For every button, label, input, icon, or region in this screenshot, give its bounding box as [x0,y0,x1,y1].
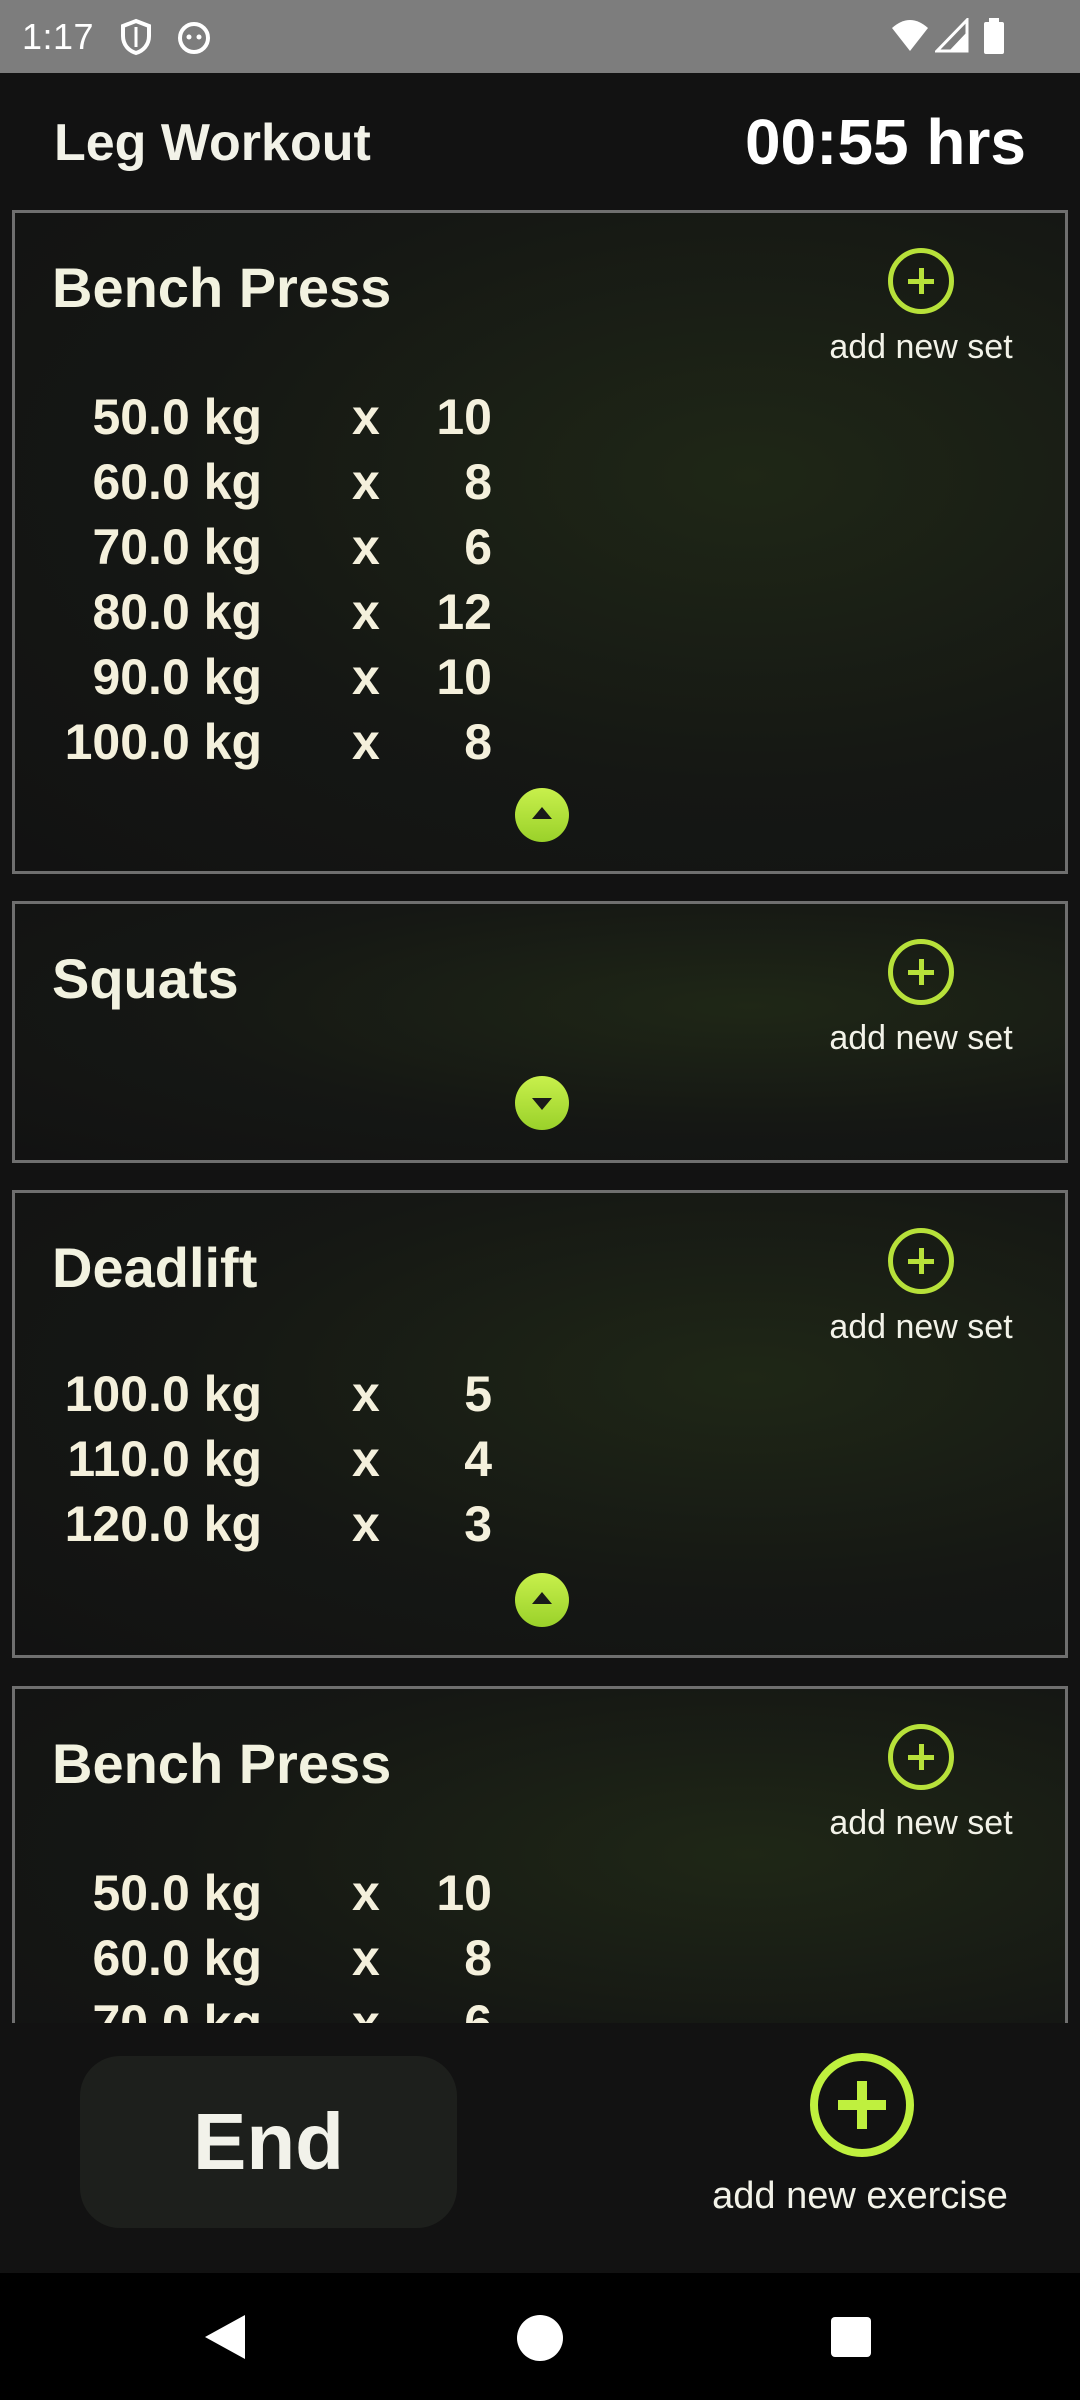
workout-header: Leg Workout 00:55 hrs [0,73,1080,208]
add-set-button[interactable]: add new set [811,248,1031,368]
plus-circle-icon [888,248,954,314]
exercise-name: Deadlift [52,1236,258,1299]
set-weight: 50.0 kg [92,389,262,445]
plus-circle-icon [810,2053,914,2157]
add-set-button[interactable]: add new set [811,1724,1031,1844]
plus-circle-icon [888,939,954,1005]
status-time: 1:17 [22,16,95,57]
set-times: x [352,1431,380,1487]
set-times: x [352,584,380,640]
recents-icon[interactable] [831,2317,871,2357]
set-weight: 60.0 kg [92,1930,262,1986]
expand-arrow-icon[interactable] [515,1076,569,1130]
add-exercise-label: add new exercise [712,2175,1008,2217]
set-times: x [352,389,380,445]
exercise-card: Deadlift add new set 100.0 kg x 5 110.0 … [12,1190,1068,1658]
exercise-card: Squats add new set [12,901,1068,1163]
set-times: x [352,649,380,705]
add-set-button[interactable]: add new set [811,939,1031,1059]
set-times: x [352,714,380,770]
exercise-list[interactable]: Bench Press add new set 50.0 kg x 10 60.… [0,208,1080,2023]
add-exercise-button[interactable]: add new exercise [690,2053,1030,2243]
workout-title: Leg Workout [54,114,371,172]
set-weight: 50.0 kg [92,1865,262,1921]
shield-icon [118,18,154,61]
exercise-name: Bench Press [52,256,392,319]
cat-face-icon [175,18,213,61]
set-weight: 70.0 kg [92,519,262,575]
exercise-name: Squats [52,947,239,1010]
add-set-label: add new set [829,1308,1013,1346]
set-times: x [352,519,380,575]
set-times: x [352,1865,380,1921]
set-weight: 100.0 kg [64,1366,262,1422]
exercise-card: Bench Press add new set 50.0 kg x 10 60.… [12,1686,1068,2023]
add-set-label: add new set [829,1019,1013,1057]
set-reps: 4 [464,1431,492,1487]
set-reps: 8 [464,1930,492,1986]
exercise-name: Bench Press [52,1732,392,1795]
set-reps: 3 [464,1496,492,1552]
set-weight: 110.0 kg [67,1431,262,1487]
set-weight: 60.0 kg [92,454,262,510]
back-icon[interactable] [205,2315,245,2359]
set-weight: 70.0 kg [92,1995,262,2023]
end-workout-button[interactable]: End [80,2056,457,2228]
set-weight: 100.0 kg [64,714,262,770]
system-nav-bar [0,2273,1080,2400]
add-set-label: add new set [829,328,1013,366]
set-times: x [352,1995,380,2023]
wifi-icon [890,18,930,59]
status-bar: 1:17 [0,0,1080,73]
set-times: x [352,1930,380,1986]
add-set-button[interactable]: add new set [811,1228,1031,1348]
set-weight: 90.0 kg [92,649,262,705]
set-weight: 80.0 kg [92,584,262,640]
add-set-label: add new set [829,1804,1013,1842]
home-icon[interactable] [517,2315,563,2361]
battery-icon [982,18,1006,61]
set-reps: 5 [464,1366,492,1422]
set-reps: 6 [464,1995,492,2023]
plus-circle-icon [888,1228,954,1294]
set-reps: 10 [436,649,492,705]
collapse-arrow-icon[interactable] [515,1573,569,1627]
set-reps: 10 [436,389,492,445]
set-reps: 12 [436,584,492,640]
set-times: x [352,454,380,510]
set-times: x [352,1366,380,1422]
set-reps: 6 [464,519,492,575]
exercise-card: Bench Press add new set 50.0 kg x 10 60.… [12,210,1068,874]
bottom-actions: End add new exercise [0,2023,1080,2273]
workout-timer: 00:55 hrs [744,106,1026,178]
collapse-arrow-icon[interactable] [515,788,569,842]
plus-circle-icon [888,1724,954,1790]
signal-icon [933,16,969,59]
set-weight: 120.0 kg [64,1496,262,1552]
set-reps: 8 [464,714,492,770]
set-reps: 8 [464,454,492,510]
set-times: x [352,1496,380,1552]
set-reps: 10 [436,1865,492,1921]
